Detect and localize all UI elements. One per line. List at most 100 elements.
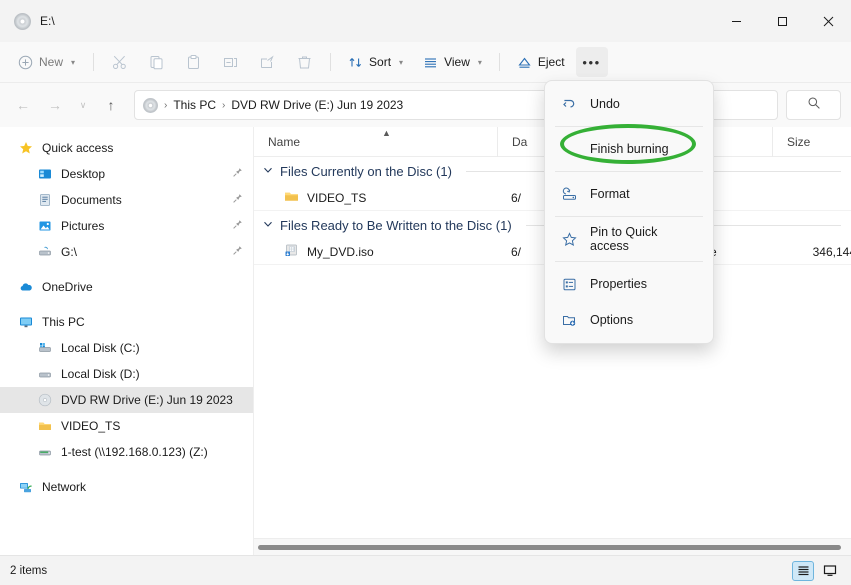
chevron-down-icon: ▾ — [399, 58, 403, 67]
chevron-down-icon[interactable] — [262, 164, 274, 179]
share-icon — [259, 54, 276, 71]
folder-icon — [284, 189, 299, 207]
title-bar-left: E:\ — [0, 13, 55, 30]
column-header-size[interactable]: Size — [772, 127, 851, 157]
view-toggle-group — [792, 561, 841, 581]
sidebar-item-video-ts[interactable]: VIDEO_TS — [0, 413, 253, 439]
search-input[interactable] — [786, 90, 841, 120]
close-button[interactable] — [805, 0, 851, 42]
pin-icon[interactable] — [232, 167, 243, 181]
drive-icon — [36, 245, 54, 259]
pin-icon[interactable] — [232, 219, 243, 233]
new-button[interactable]: New ▾ — [10, 47, 85, 77]
sidebar-item-g-drive[interactable]: G:\ — [0, 239, 253, 265]
copy-button[interactable] — [139, 47, 174, 77]
star-outline-icon — [561, 232, 578, 247]
more-options-button[interactable]: ••• — [576, 47, 608, 77]
file-name-cell: VIDEO_TS — [254, 189, 497, 207]
sort-ascending-icon: ▲ — [382, 128, 391, 138]
sidebar-item-quick-access[interactable]: Quick access — [0, 135, 253, 161]
pin-icon[interactable] — [232, 245, 243, 259]
sidebar-item-label: Network — [42, 480, 86, 494]
file-name-label: My_DVD.iso — [307, 245, 374, 259]
forward-button[interactable]: → — [40, 90, 70, 120]
cut-button[interactable] — [102, 47, 137, 77]
sidebar-item-network-drive-z[interactable]: 1-test (\\192.168.0.123) (Z:) — [0, 439, 253, 465]
column-header-name[interactable]: Name ▲ — [254, 127, 497, 157]
breadcrumb-separator: › — [221, 100, 226, 111]
plus-circle-icon — [18, 55, 33, 70]
explorer-body: Quick access Desktop Documents — [0, 127, 851, 555]
delete-button[interactable] — [287, 47, 322, 77]
back-button[interactable]: ← — [8, 90, 38, 120]
menu-item-pin-to-quick-access[interactable]: Pin to Quick access — [549, 221, 709, 257]
disc-icon — [14, 13, 31, 30]
horizontal-scrollbar[interactable] — [254, 538, 851, 555]
sidebar-item-dvd-rw-drive[interactable]: DVD RW Drive (E:) Jun 19 2023 — [0, 387, 253, 413]
sidebar-item-local-disk-c[interactable]: Local Disk (C:) — [0, 335, 253, 361]
share-button[interactable] — [250, 47, 285, 77]
pin-icon[interactable] — [232, 193, 243, 207]
menu-divider — [555, 216, 703, 217]
rename-button[interactable] — [213, 47, 248, 77]
sidebar-item-local-disk-d[interactable]: Local Disk (D:) — [0, 361, 253, 387]
paste-button[interactable] — [176, 47, 211, 77]
chevron-down-icon[interactable] — [262, 218, 274, 233]
sidebar-item-desktop[interactable]: Desktop — [0, 161, 253, 187]
sidebar-item-this-pc[interactable]: This PC — [0, 309, 253, 335]
sort-button[interactable]: Sort ▾ — [339, 47, 412, 77]
file-size-cell: 346,144 — [772, 245, 851, 259]
large-icons-view-button[interactable] — [819, 561, 841, 581]
breadcrumb-dvd-drive[interactable]: DVD RW Drive (E:) Jun 19 2023 — [231, 98, 403, 112]
minimize-button[interactable] — [713, 0, 759, 42]
menu-item-label: Properties — [590, 277, 647, 291]
scrollbar-thumb[interactable] — [258, 545, 841, 550]
menu-item-format[interactable]: Format — [549, 176, 709, 212]
breadcrumb-separator: › — [163, 100, 168, 111]
sidebar-item-onedrive[interactable]: OneDrive — [0, 274, 253, 300]
view-button[interactable]: View ▾ — [414, 47, 491, 77]
status-bar: 2 items — [0, 555, 851, 585]
sidebar-item-label: Quick access — [42, 141, 113, 155]
sidebar-item-label: DVD RW Drive (E:) Jun 19 2023 — [61, 393, 233, 407]
navigation-pane: Quick access Desktop Documents — [0, 127, 253, 555]
sidebar-item-label: OneDrive — [42, 280, 93, 294]
chevron-down-icon: ▾ — [478, 58, 482, 67]
toolbar-divider — [93, 53, 94, 71]
eject-button-label: Eject — [538, 55, 565, 69]
menu-divider — [555, 171, 703, 172]
toolbar-divider-3 — [499, 53, 500, 71]
command-bar: New ▾ — [0, 42, 851, 83]
network-icon — [17, 480, 35, 494]
sidebar-item-network[interactable]: Network — [0, 474, 253, 500]
sidebar-spacer-2 — [0, 300, 253, 309]
sidebar-spacer-3 — [0, 465, 253, 474]
paste-icon — [185, 54, 202, 71]
sidebar-item-label: This PC — [42, 315, 85, 329]
group-title: Files Ready to Be Written to the Disc (1… — [280, 218, 512, 233]
breadcrumb-this-pc[interactable]: This PC — [173, 98, 216, 112]
file-name-cell: My_DVD.iso — [254, 243, 497, 261]
column-header-size-label: Size — [787, 135, 810, 149]
maximize-button[interactable] — [759, 0, 805, 42]
sidebar-item-pictures[interactable]: Pictures — [0, 213, 253, 239]
menu-item-properties[interactable]: Properties — [549, 266, 709, 302]
menu-item-finish-burning[interactable]: Finish burning — [549, 131, 709, 167]
documents-icon — [36, 193, 54, 207]
view-icon — [423, 55, 438, 70]
cut-icon — [111, 54, 128, 71]
recent-locations-button[interactable]: ∨ — [72, 90, 94, 120]
file-name-label: VIDEO_TS — [307, 191, 366, 205]
up-button[interactable]: ↑ — [96, 90, 126, 120]
eject-icon — [517, 55, 532, 70]
title-bar: E:\ — [0, 0, 851, 42]
details-view-button[interactable] — [792, 561, 814, 581]
desktop-icon — [36, 167, 54, 181]
menu-item-undo[interactable]: Undo — [549, 86, 709, 122]
sidebar-item-documents[interactable]: Documents — [0, 187, 253, 213]
star-icon — [17, 141, 35, 155]
eject-button[interactable]: Eject — [508, 47, 574, 77]
rename-icon — [222, 54, 239, 71]
menu-item-options[interactable]: Options — [549, 302, 709, 338]
menu-divider — [555, 261, 703, 262]
